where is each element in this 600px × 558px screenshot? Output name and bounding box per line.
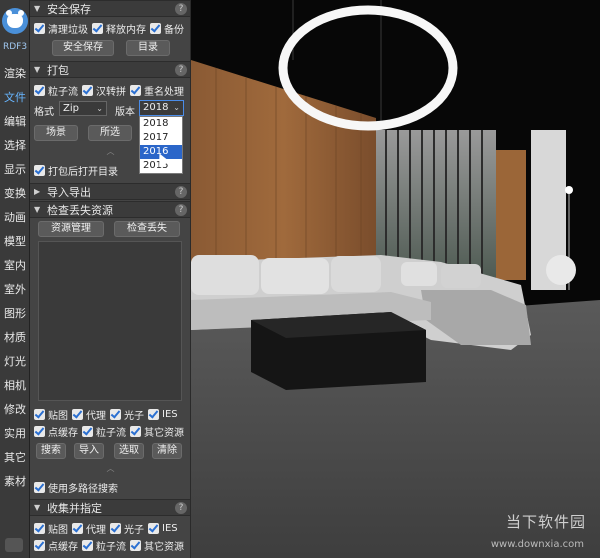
help-icon[interactable]: ? [175, 186, 187, 198]
check-particle-flow[interactable]: 粒子流 [34, 83, 78, 98]
help-icon[interactable]: ? [175, 3, 187, 15]
format-select[interactable]: Zip ⌄ [59, 101, 107, 116]
sidebar-item-transform[interactable]: 变换 [0, 186, 30, 202]
help-icon[interactable]: ? [175, 204, 187, 216]
chevron-down-icon: ⌄ [173, 103, 180, 112]
version-option[interactable]: 2018 [140, 117, 182, 131]
sidebar-item-animation[interactable]: 动画 [0, 210, 30, 226]
watermark-text: 当下软件园 [505, 513, 586, 531]
expand-arrow-icon: ▼ [34, 4, 41, 13]
check-photon-collect[interactable]: 光子 [110, 521, 144, 536]
directory-button[interactable]: 目录 [126, 40, 170, 56]
sidebar-item-other[interactable]: 其它 [0, 450, 30, 466]
settings-icon[interactable] [5, 538, 23, 552]
help-icon[interactable]: ? [175, 502, 187, 514]
check-hanzi-to-pinyin[interactable]: 汉转拼 [82, 83, 126, 98]
check-clean-garbage[interactable]: 清理垃圾 [34, 21, 88, 36]
help-icon[interactable]: ? [175, 64, 187, 76]
expand-arrow-icon: ▼ [34, 65, 41, 74]
check-other-resources-collect[interactable]: 其它资源 [130, 538, 184, 553]
check-open-dir-after-pack[interactable]: 打包后打开目录 [34, 163, 118, 178]
sidebar-item-assets[interactable]: 素材 [0, 474, 30, 490]
version-label: 版本 [115, 107, 135, 118]
sidebar-item-utility[interactable]: 实用 [0, 426, 30, 442]
expand-arrow-icon: ▼ [34, 503, 41, 512]
app-logo [2, 8, 28, 34]
safe-save-button[interactable]: 安全保存 [52, 40, 114, 56]
check-release-memory[interactable]: 释放内存 [92, 21, 146, 36]
sidebar-item-interior[interactable]: 室内 [0, 258, 30, 274]
clear-button[interactable]: 清除 [152, 443, 182, 459]
missing-resource-list[interactable] [38, 241, 182, 401]
check-rename-duplicates[interactable]: 重名处理 [130, 83, 184, 98]
version-option[interactable]: 2017 [140, 131, 182, 145]
chevron-down-icon: ⌄ [96, 104, 103, 113]
check-other-resources[interactable]: 其它资源 [130, 424, 184, 439]
3d-viewport[interactable]: 当下软件园 www.downxia.com [191, 0, 600, 558]
pick-button[interactable]: 选取 [114, 443, 144, 459]
check-textures-collect[interactable]: 贴图 [34, 521, 68, 536]
version-select[interactable]: 2018 ⌄ [139, 100, 184, 116]
collapse-arrow-icon[interactable]: ︿ [30, 465, 190, 473]
check-backup[interactable]: 备份 [150, 21, 184, 36]
section-safe-save-header[interactable]: ▼ 安全保存 ? [30, 0, 190, 17]
resource-manager-button[interactable]: 资源管理 [38, 221, 104, 237]
scene-render [191, 0, 600, 558]
sidebar-item-display[interactable]: 显示 [0, 162, 30, 178]
search-button[interactable]: 搜索 [36, 443, 66, 459]
pack-selected-button[interactable]: 所选 [88, 125, 132, 141]
check-point-cache[interactable]: 点缓存 [34, 424, 78, 439]
collapsed-arrow-icon: ▶ [34, 187, 41, 196]
check-proxy[interactable]: 代理 [72, 407, 106, 422]
check-particle-flow-res[interactable]: 粒子流 [82, 424, 126, 439]
pack-scene-button[interactable]: 场景 [34, 125, 78, 141]
check-particle-flow-collect[interactable]: 粒子流 [82, 538, 126, 553]
section-pack-header[interactable]: ▼ 打包 ? [30, 61, 190, 78]
check-multi-path-search[interactable]: 使用多路径搜索 [34, 480, 118, 495]
sidebar-item-render[interactable]: 渲染 [0, 66, 30, 82]
check-ies-collect[interactable]: IES [148, 523, 178, 534]
check-textures[interactable]: 贴图 [34, 407, 68, 422]
expand-arrow-icon: ▼ [34, 205, 41, 214]
sidebar-item-file[interactable]: 文件 [0, 90, 30, 106]
check-point-cache-collect[interactable]: 点缓存 [34, 538, 78, 553]
section-import-export-header[interactable]: ▶ 导入导出 ? [30, 183, 190, 200]
check-photon[interactable]: 光子 [110, 407, 144, 422]
sidebar-item-model[interactable]: 模型 [0, 234, 30, 250]
check-missing-button[interactable]: 检查丢失 [114, 221, 180, 237]
sidebar-item-edit[interactable]: 编辑 [0, 114, 30, 130]
sidebar-item-exterior[interactable]: 室外 [0, 282, 30, 298]
sidebar-item-select[interactable]: 选择 [0, 138, 30, 154]
brand-label: RDF3 [2, 42, 28, 52]
section-collect-header[interactable]: ▼ 收集并指定 ? [30, 499, 190, 516]
sidebar-item-material[interactable]: 材质 [0, 330, 30, 346]
sidebar-item-camera[interactable]: 相机 [0, 378, 30, 394]
sidebar-item-modify[interactable]: 修改 [0, 402, 30, 418]
section-missing-assets-header[interactable]: ▼ 检查丢失资源 ? [30, 201, 190, 218]
check-proxy-collect[interactable]: 代理 [72, 521, 106, 536]
format-label: 格式 [34, 107, 54, 118]
import-button[interactable]: 导入 [74, 443, 104, 459]
category-sidebar: RDF3 渲染 文件 编辑 选择 显示 变换 动画 模型 室内 室外 图形 材质… [0, 0, 30, 558]
watermark-url: www.downxia.com [490, 539, 584, 550]
sidebar-item-lights[interactable]: 灯光 [0, 354, 30, 370]
sidebar-item-shapes[interactable]: 图形 [0, 306, 30, 322]
check-ies[interactable]: IES [148, 409, 178, 420]
